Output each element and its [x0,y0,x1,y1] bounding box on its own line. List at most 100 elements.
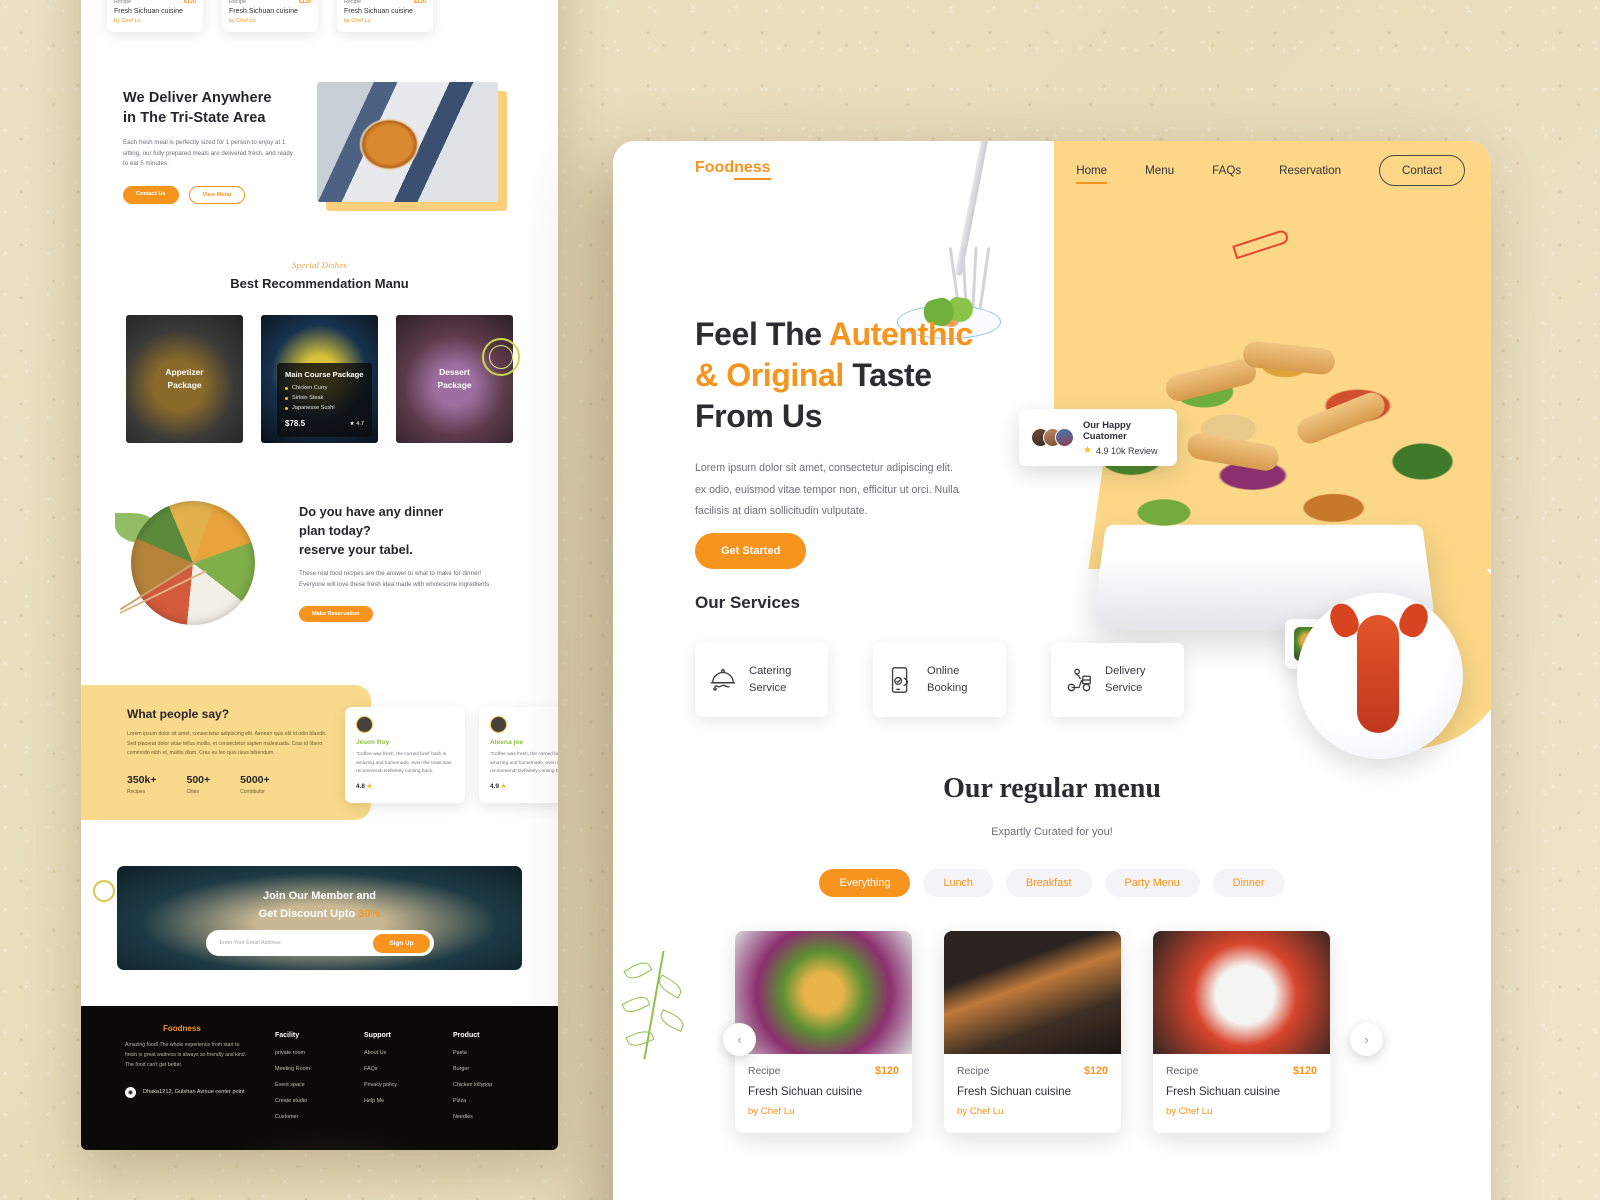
reservation-paragraph: These real food recipes are the answer t… [299,570,491,588]
nav-item-reservation[interactable]: Reservation [1279,164,1341,177]
contact-button[interactable]: Contact [1379,155,1465,186]
hero-line2-plain: Taste [843,356,932,393]
menu-card-name: Fresh Sichuan cuisine [957,1085,1072,1098]
service-card-online-booking[interactable]: Online Booking [873,643,1006,717]
footer-link[interactable]: Meeting Room [275,1066,336,1072]
package-title-line2: Package [167,380,202,390]
list-item[interactable]: Recipe $120 Fresh Sichuan cuisine by Che… [107,0,203,32]
package-title-line1: Dessert [439,367,470,378]
hero-line1-plain: Feel The [695,316,829,352]
package-grid: Appetizer Package Main Course Package Ch… [81,315,558,443]
service-card-catering[interactable]: Catering Service [695,643,828,717]
card-price: $120 [298,0,311,5]
testimonial-card: Aleena joe "Coffee was fresh, the corned… [479,707,558,803]
special-dishes-eyebrow: Special Dishes [291,260,348,270]
back-top-card-strip: Recipe $120 Fresh Sichuan cuisine by Che… [81,0,558,32]
menu-subtitle: Expartly Curated for you! [991,826,1113,838]
menu-title: Our regular menu [943,773,1161,804]
make-reservation-button[interactable]: Make Reservation [299,606,373,623]
footer-link[interactable]: FAQs [364,1066,425,1072]
menu-card[interactable]: Recipe $120 Fresh Sichuan cuisine by Che… [735,931,912,1133]
dish-image [1153,931,1330,1054]
brand-logo[interactable]: Foodness [695,159,771,180]
tab-dinner[interactable]: Dinner [1212,869,1285,897]
testimonial-quote: "Coffee was fresh, the corned beef hash … [490,752,558,775]
carousel-next-button[interactable]: › [1350,1023,1383,1056]
stats-row: 350k+ Recipes 500+ Cities 5000+ Contribu… [127,774,371,795]
pizza-photo [317,82,507,211]
footer-link[interactable]: Pizza [453,1098,514,1104]
tab-everything[interactable]: Everything [819,869,911,897]
best-recommendation-title: Best Recommendation Manu [230,276,409,291]
menu-card-price: $120 [1083,1065,1108,1077]
footer-column-facility: Facility private room Meeting Room Event… [275,1032,336,1130]
tab-breakfast[interactable]: Breakfast [1005,869,1092,897]
package-card-appetizer[interactable]: Appetizer Package [126,315,243,443]
list-item[interactable]: Recipe $120 Fresh Sichuan cuisine by Che… [222,0,318,32]
testimonials-paragraph: Lorem ipsum dolor sit amet, consectetur … [127,731,327,757]
main-course-price: $78.5 [285,419,306,428]
card-author: by Chef Lu [229,18,256,24]
services-row: Catering Service Online Booking Delivery… [695,643,1184,717]
menu-card-author: by Chef Lu [957,1106,1004,1117]
reservation-title-line2: plan today? [299,522,371,538]
nav-item-faqs[interactable]: FAQs [1212,164,1241,177]
nav-item-menu[interactable]: Menu [1145,164,1174,177]
dish-image [735,931,912,1054]
menu-card-name: Fresh Sichuan cuisine [748,1085,863,1098]
happy-customer-card: Our Happy Cuatomer ★ 4.9 10k Review [1019,409,1177,466]
main-course-item: Japanesse Sushi [285,405,364,411]
package-card-dessert[interactable]: Dessert Package [396,315,513,443]
menu-card[interactable]: Recipe $120 Fresh Sichuan cuisine by Che… [944,931,1121,1133]
nav-item-home[interactable]: Home [1076,164,1107,184]
rating-text: 4.9 10k Review [1095,445,1158,456]
get-started-button[interactable]: Get Started [695,533,807,569]
stat-number: 350k+ [127,773,157,786]
footer-link[interactable]: About Us [364,1050,425,1056]
footer-link[interactable]: Chicken lollypop [453,1082,514,1088]
main-course-title: Main Course Package [285,370,364,379]
service-card-delivery[interactable]: Delivery Service [1051,643,1184,717]
delivery-paragraph: Each fresh meal is perfectly sized for 1… [123,139,293,168]
tab-party-menu[interactable]: Party Menu [1104,869,1200,897]
footer-link[interactable]: Help Me [364,1098,425,1104]
testimonial-quote: "Coffee was fresh, the corned beef hash … [356,752,452,775]
footer-column-title: Product [453,1032,480,1039]
contact-us-button[interactable]: Contact Us [123,185,179,204]
menu-card[interactable]: Recipe $120 Fresh Sichuan cuisine by Che… [1153,931,1330,1133]
card-price: $120 [183,0,196,5]
footer-column-product: Product Pasta Burger Chicken lollypop Pi… [453,1032,514,1130]
newsletter-line1: Join Our Member and [262,890,377,902]
avatar [1055,428,1074,447]
view-menu-button[interactable]: View Menu [188,185,246,204]
footer-link[interactable]: private room [275,1050,336,1056]
menu-card-author: by Chef Lu [748,1106,795,1117]
tab-lunch[interactable]: Lunch [923,869,993,897]
footer-link[interactable]: Create studio [275,1098,336,1104]
bibimbap-bowl-photo [109,487,289,637]
card-name: Fresh Sichuan cuisine [229,8,298,15]
herb-leaf-decoration [613,950,693,1070]
menu-card-kind: Recipe [957,1065,990,1077]
footer-link[interactable]: Needles [453,1114,514,1120]
email-field[interactable]: Enter Your Email Address [220,940,374,946]
hero-salad-photo [1037,313,1491,633]
footer-link[interactable]: Event space [275,1082,336,1088]
hero-heading: Feel The Autenthic & Original Taste From… [695,314,1055,437]
footer-link[interactable]: Pasta [453,1050,514,1056]
footer-link[interactable]: Privacy policy [364,1082,425,1088]
delivery-title-line1: We Deliver Anywhere [123,90,272,106]
footer-link[interactable]: Burger [453,1066,514,1072]
sign-up-button[interactable]: Sign Up [373,933,430,953]
list-item[interactable]: Recipe $120 Fresh Sichuan cuisine by Che… [337,0,433,32]
menu-card-author: by Chef Lu [1166,1106,1213,1117]
carousel-prev-button[interactable]: ‹ [723,1023,756,1056]
stat-item: 350k+ Recipes [127,774,157,795]
menu-card-kind: Recipe [748,1065,781,1077]
lemon-dot-decoration [93,880,115,902]
footer-column-support: Support About Us FAQs Privacy policy Hel… [364,1032,425,1130]
main-course-detail-panel: Main Course Package Chicken Curry Sirloi… [277,363,372,437]
package-card-main-course[interactable]: Main Course Package Chicken Curry Sirloi… [261,315,378,443]
footer-link[interactable]: Customer [275,1114,336,1120]
menu-card-carousel: Recipe $120 Fresh Sichuan cuisine by Che… [735,931,1330,1133]
